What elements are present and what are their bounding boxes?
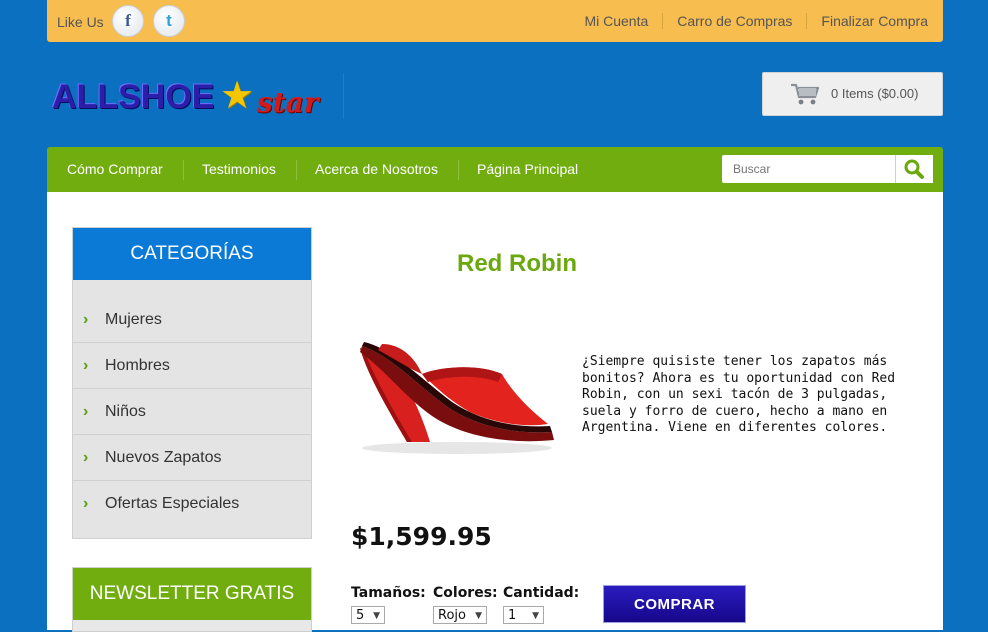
quantity-value: 1 (508, 608, 517, 623)
size-value: 5 (356, 608, 365, 623)
category-label: Mujeres (105, 311, 162, 328)
quantity-label: Cantidad: (503, 585, 580, 601)
facebook-icon[interactable]: f (112, 5, 144, 37)
product-image[interactable] (352, 330, 562, 460)
like-us-label: Like Us (57, 14, 104, 30)
quantity-select[interactable]: 1 ▼ (503, 606, 544, 624)
logo-sub-text: star (257, 86, 319, 119)
nav-testimonials[interactable]: Testimonios (202, 161, 276, 177)
my-account-link[interactable]: Mi Cuenta (570, 13, 662, 29)
main-nav: Cómo Comprar Testimonios Acerca de Nosot… (47, 147, 943, 192)
categories-panel: CATEGORÍAS › Mujeres › Hombres › Niños ›… (72, 227, 312, 539)
cart-items-total: 0 Items ($0.00) (831, 86, 919, 101)
category-label: Hombres (105, 357, 170, 374)
category-women[interactable]: › Mujeres (73, 297, 311, 343)
nav-how-to-buy[interactable]: Cómo Comprar (67, 161, 163, 177)
chevron-right-icon: › (83, 495, 89, 512)
search-icon (904, 159, 924, 179)
category-special-offers[interactable]: › Ofertas Especiales (73, 481, 311, 526)
size-label: Tamaños: (351, 585, 426, 601)
size-select[interactable]: 5 ▼ (351, 606, 385, 624)
chevron-right-icon: › (83, 403, 89, 420)
newsletter-title: NEWSLETTER GRATIS (73, 568, 311, 620)
nav-about-us[interactable]: Acerca de Nosotros (315, 161, 438, 177)
chevron-down-icon: ▼ (373, 611, 380, 621)
nav-separator (183, 160, 184, 180)
cart-summary[interactable]: 0 Items ($0.00) (762, 72, 943, 116)
category-kids[interactable]: › Niños (73, 389, 311, 435)
product-price: $1,599.95 (351, 522, 492, 551)
category-label: Ofertas Especiales (105, 495, 240, 512)
product-title: Red Robin (457, 250, 577, 277)
top-bar: Like Us f t Mi Cuenta Carro de Compras Fin… (47, 0, 943, 42)
category-label: Niños (105, 403, 146, 420)
chevron-right-icon: › (83, 357, 89, 374)
star-icon: ★ (220, 75, 255, 117)
chevron-down-icon: ▼ (532, 611, 539, 621)
nav-separator (296, 160, 297, 180)
chevron-right-icon: › (83, 449, 89, 466)
color-label: Colores: (433, 585, 498, 601)
category-label: Nuevos Zapatos (105, 449, 222, 466)
color-select[interactable]: Rojo ▼ (433, 606, 487, 624)
logo-main-text: ALLSHOE (52, 78, 215, 116)
buy-button[interactable]: COMPRAR (603, 585, 746, 623)
account-links: Mi Cuenta Carro de Compras Finalizar Compr… (570, 13, 928, 29)
chevron-right-icon: › (83, 311, 89, 328)
shopping-cart-icon (791, 83, 820, 105)
categories-title: CATEGORÍAS (73, 228, 311, 280)
category-new-shoes[interactable]: › Nuevos Zapatos (73, 435, 311, 481)
product-description: ¿Siempre quisiste tener los zapatos más … (582, 354, 896, 435)
nav-separator (458, 160, 459, 180)
search-input[interactable] (722, 155, 898, 183)
chevron-down-icon: ▼ (475, 611, 482, 621)
twitter-icon[interactable]: t (153, 5, 185, 37)
nav-home[interactable]: Página Principal (477, 161, 578, 177)
color-value: Rojo (438, 608, 466, 623)
main-content: CATEGORÍAS › Mujeres › Hombres › Niños ›… (47, 192, 943, 632)
search-box (722, 155, 933, 183)
logo-divider (343, 73, 344, 119)
site-logo[interactable]: ALLSHOE ★ star (52, 74, 344, 120)
search-button[interactable] (895, 155, 933, 183)
category-men[interactable]: › Hombres (73, 343, 311, 389)
checkout-link[interactable]: Finalizar Compra (806, 13, 928, 29)
newsletter-panel: NEWSLETTER GRATIS (72, 567, 312, 632)
shopping-cart-link[interactable]: Carro de Compras (662, 13, 806, 29)
